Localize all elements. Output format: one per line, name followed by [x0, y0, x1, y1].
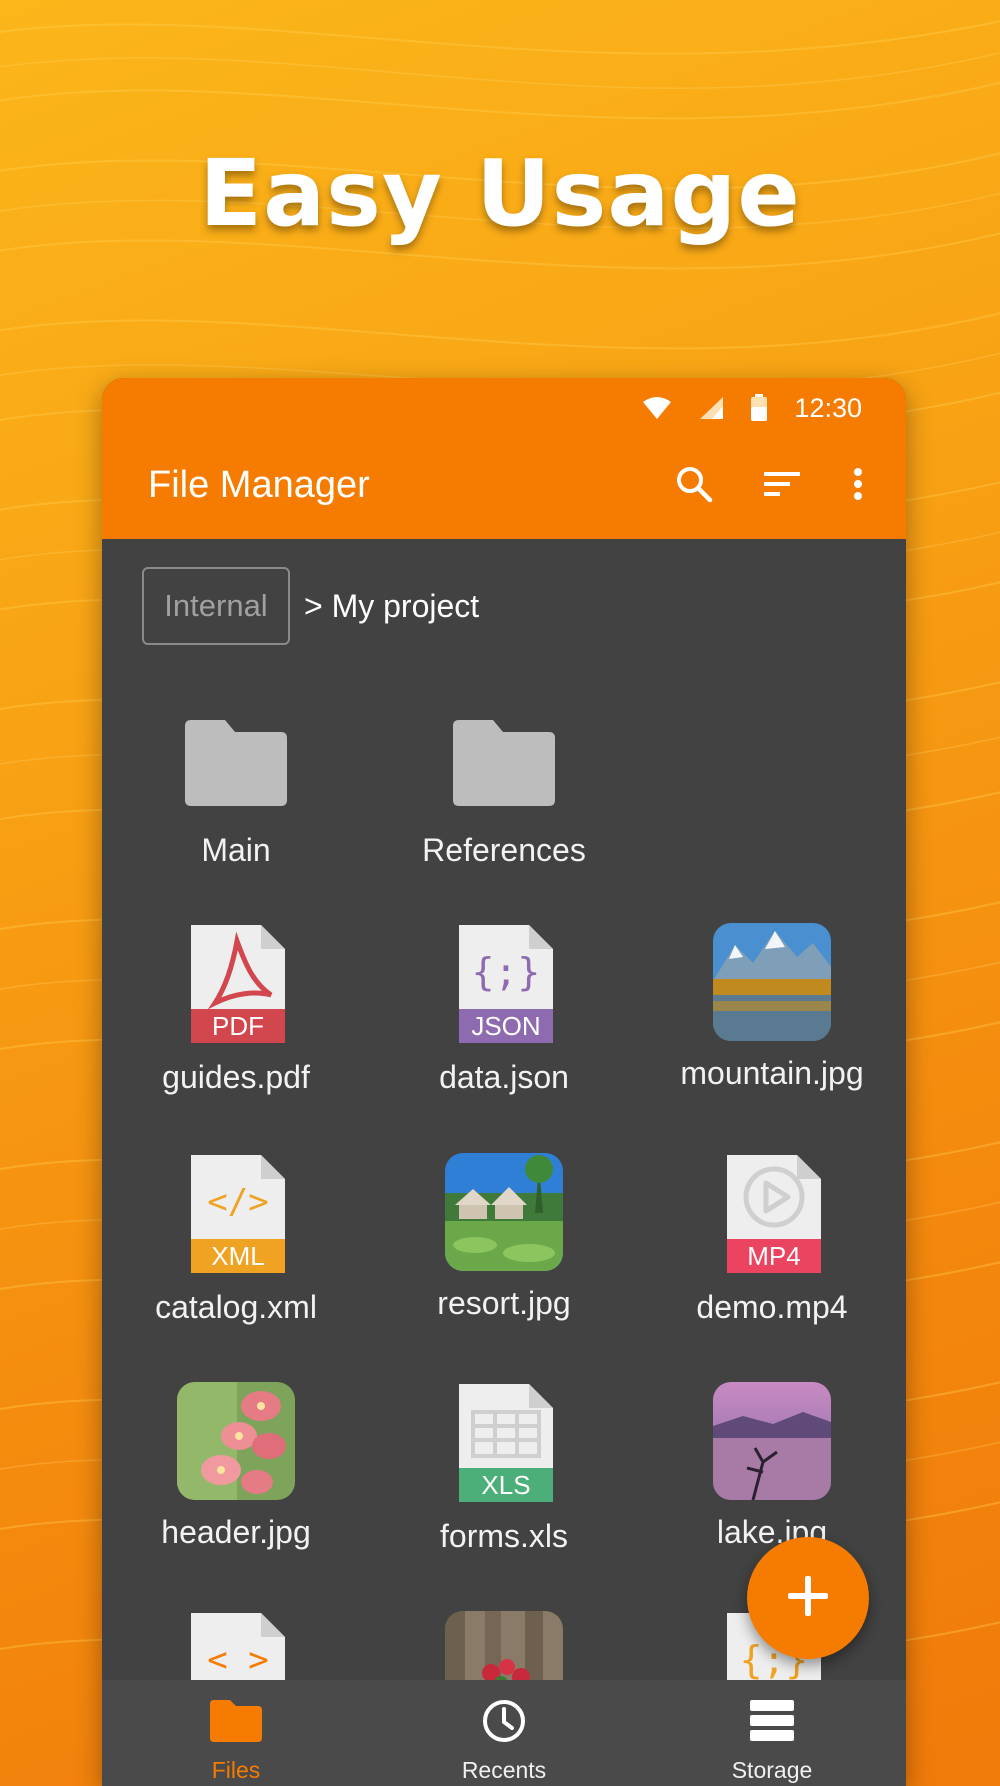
file-item[interactable]: XLS forms.xls — [370, 1382, 638, 1555]
folder-icon — [443, 708, 565, 818]
search-icon[interactable] — [672, 462, 716, 506]
svg-text:JSON: JSON — [471, 1011, 540, 1041]
plus-icon — [784, 1572, 832, 1625]
file-item[interactable]: resort.jpg — [370, 1153, 638, 1322]
folder-item[interactable]: Main — [102, 708, 370, 869]
folder-name: Main — [201, 832, 271, 868]
nav-recents-label: Recents — [461, 1757, 547, 1783]
svg-text:XML: XML — [211, 1241, 264, 1271]
folder-item[interactable]: References — [370, 708, 638, 869]
app-bar-actions — [672, 462, 868, 506]
status-bar: 12:30 — [642, 388, 862, 428]
file-name: mountain.jpg — [680, 1055, 864, 1091]
file-name: lake.jpg — [716, 1514, 828, 1550]
svg-text:</>: </> — [207, 1182, 268, 1222]
file-item[interactable]: lake.jpg — [638, 1382, 906, 1551]
nav-recents[interactable]: Recents — [370, 1680, 638, 1786]
promo-title: Easy Usage — [199, 140, 801, 247]
file-item[interactable]: mountain.jpg — [638, 923, 906, 1092]
file-item[interactable]: PDF guides.pdf — [102, 923, 370, 1096]
file-item[interactable]: </> XML catalog.xml — [102, 1153, 370, 1326]
folder-icon — [175, 708, 297, 818]
file-name: header.jpg — [161, 1514, 311, 1550]
resort-thumbnail — [445, 1153, 563, 1271]
mountain-thumbnail — [713, 923, 831, 1041]
file-name: catalog.xml — [155, 1289, 317, 1325]
wifi-icon — [642, 396, 672, 420]
bottom-navigation: Files Recents Storage — [102, 1680, 906, 1786]
app-title: File Manager — [148, 464, 370, 506]
svg-text:{;}: {;} — [472, 950, 541, 994]
nav-storage[interactable]: Storage — [638, 1680, 906, 1786]
video-file-icon: MP4 — [711, 1153, 833, 1275]
file-name: forms.xls — [440, 1518, 568, 1554]
file-name: data.json — [439, 1059, 569, 1095]
sort-icon[interactable] — [760, 462, 804, 506]
lake-thumbnail — [713, 1382, 831, 1500]
folder-name: References — [422, 832, 586, 868]
file-name: guides.pdf — [162, 1059, 310, 1095]
spreadsheet-file-icon: XLS — [443, 1382, 565, 1504]
more-vert-icon[interactable] — [848, 462, 868, 506]
breadcrumb: Internal > My project — [142, 566, 479, 646]
pdf-file-icon: PDF — [175, 923, 297, 1045]
svg-text:< >: < > — [207, 1640, 268, 1680]
nav-files[interactable]: Files — [102, 1680, 370, 1786]
add-button[interactable] — [747, 1537, 869, 1659]
file-item[interactable]: header.jpg — [102, 1382, 370, 1551]
file-name: demo.mp4 — [696, 1289, 848, 1325]
file-item[interactable]: MP4 demo.mp4 — [638, 1153, 906, 1326]
folder-icon — [208, 1698, 264, 1749]
json-file-icon: {;} JSON — [443, 923, 565, 1045]
svg-text:PDF: PDF — [212, 1011, 264, 1041]
battery-icon — [750, 394, 768, 422]
signal-icon — [698, 396, 724, 420]
storage-icon — [748, 1698, 796, 1749]
status-time: 12:30 — [794, 392, 862, 423]
file-item[interactable]: {;} JSON data.json — [370, 923, 638, 1096]
header-thumbnail — [177, 1382, 295, 1500]
file-name: resort.jpg — [437, 1285, 571, 1321]
clock-icon — [481, 1698, 527, 1749]
breadcrumb-current[interactable]: > My project — [304, 588, 479, 625]
nav-files-label: Files — [211, 1757, 261, 1783]
svg-text:XLS: XLS — [481, 1470, 530, 1500]
xml-file-icon: </> XML — [175, 1153, 297, 1275]
breadcrumb-root[interactable]: Internal — [142, 567, 290, 645]
nav-storage-label: Storage — [731, 1757, 813, 1783]
svg-text:MP4: MP4 — [747, 1241, 800, 1271]
app-bar: 12:30 File Manager — [102, 378, 906, 539]
